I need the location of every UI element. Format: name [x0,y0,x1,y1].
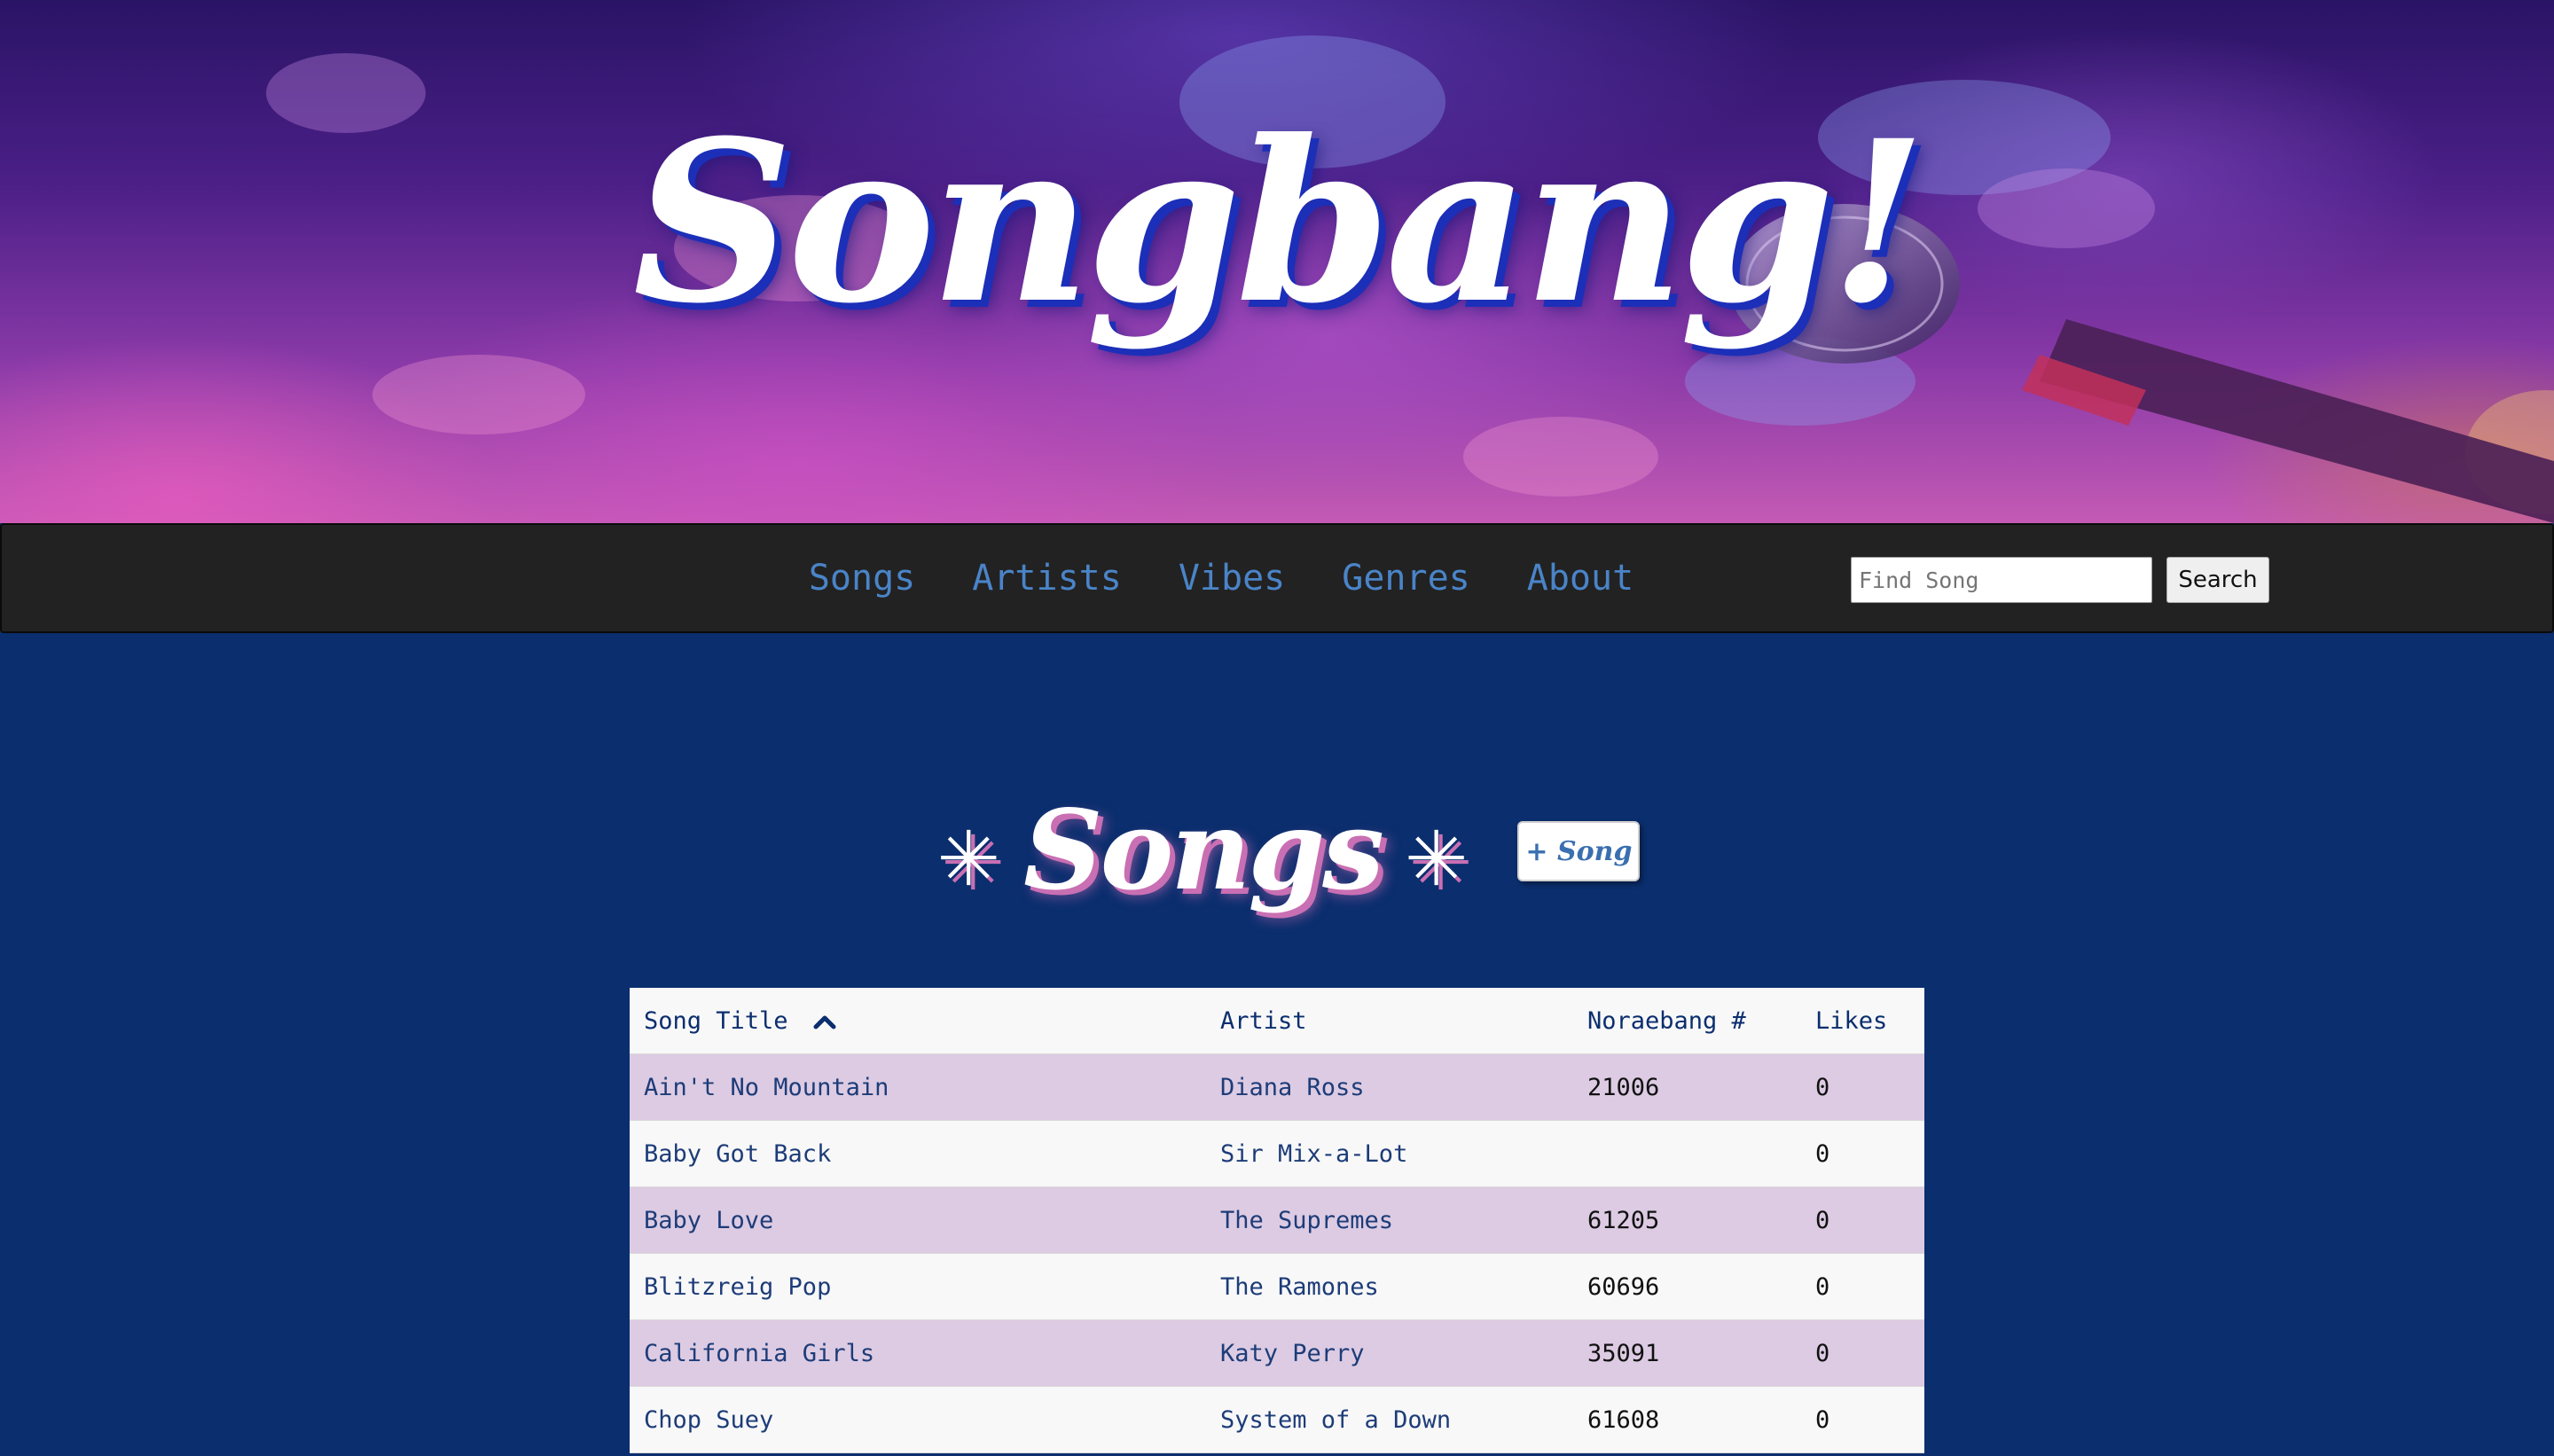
noraebang-number: 61205 [1573,1186,1801,1254]
song-title-link[interactable]: Baby Got Back [630,1120,1206,1187]
nav-link-vibes[interactable]: Vibes [1179,558,1285,599]
likes-count: 0 [1801,1120,1924,1187]
table-header-row: Song Title Artist Noraebang # Likes [630,988,1924,1054]
noraebang-number: 35091 [1573,1319,1801,1387]
likes-count: 0 [1801,1053,1924,1121]
hero-banner: Songbang! [0,0,2554,523]
chevron-up-icon [813,1015,836,1029]
songs-table: Song Title Artist Noraebang # Likes Ain'… [630,988,1924,1453]
likes-count: 0 [1801,1386,1924,1453]
table-row: Baby Got Back Sir Mix-a-Lot 0 [630,1120,1924,1187]
likes-count: 0 [1801,1319,1924,1387]
songs-heading-row: ✳ Songs ✳ + Song [0,780,2554,922]
noraebang-number: 61608 [1573,1386,1801,1453]
artist-link[interactable]: Sir Mix-a-Lot [1206,1120,1573,1187]
nav-link-genres[interactable]: Genres [1342,558,1470,599]
table-row: Ain't No Mountain Diana Ross 21006 0 [630,1053,1924,1121]
main-navbar: Songs Artists Vibes Genres About Search [0,523,2554,633]
song-title-link[interactable]: Ain't No Mountain [630,1053,1206,1121]
likes-count: 0 [1801,1253,1924,1320]
column-header-label: Song Title [644,1006,788,1035]
song-title-link[interactable]: Baby Love [630,1186,1206,1254]
search-form: Search [1851,557,2269,603]
page-title: Songs [1023,787,1384,915]
add-song-button[interactable]: + Song [1517,821,1641,881]
table-row: Chop Suey System of a Down 61608 0 [630,1386,1924,1453]
likes-count: 0 [1801,1186,1924,1254]
noraebang-number [1573,1120,1801,1187]
nav-link-songs[interactable]: Songs [809,558,915,599]
table-row: Blitzreig Pop The Ramones 60696 0 [630,1253,1924,1320]
song-title-link[interactable]: Chop Suey [630,1386,1206,1453]
sparkle-icon: ✳ [938,794,999,909]
artist-link[interactable]: Katy Perry [1206,1319,1573,1387]
column-header-likes[interactable]: Likes [1801,988,1924,1054]
noraebang-number: 21006 [1573,1053,1801,1121]
table-row: Baby Love The Supremes 61205 0 [630,1186,1924,1254]
song-title-link[interactable]: California Girls [630,1319,1206,1387]
artist-link[interactable]: System of a Down [1206,1386,1573,1453]
noraebang-number: 60696 [1573,1253,1801,1320]
nav-link-about[interactable]: About [1527,558,1633,599]
column-header-artist[interactable]: Artist [1206,988,1573,1054]
site-title: Songbang! [632,91,1927,352]
artist-link[interactable]: Diana Ross [1206,1053,1573,1121]
search-input[interactable] [1851,557,2152,603]
artist-link[interactable]: The Ramones [1206,1253,1573,1320]
search-button[interactable]: Search [2166,557,2269,603]
artist-link[interactable]: The Supremes [1206,1186,1573,1254]
column-header-song-title[interactable]: Song Title [630,988,1206,1054]
table-row: California Girls Katy Perry 35091 0 [630,1319,1924,1387]
song-title-link[interactable]: Blitzreig Pop [630,1253,1206,1320]
nav-link-artists[interactable]: Artists [972,558,1122,599]
column-header-noraebang-number[interactable]: Noraebang # [1573,988,1801,1054]
sparkle-icon: ✳ [1406,794,1467,909]
